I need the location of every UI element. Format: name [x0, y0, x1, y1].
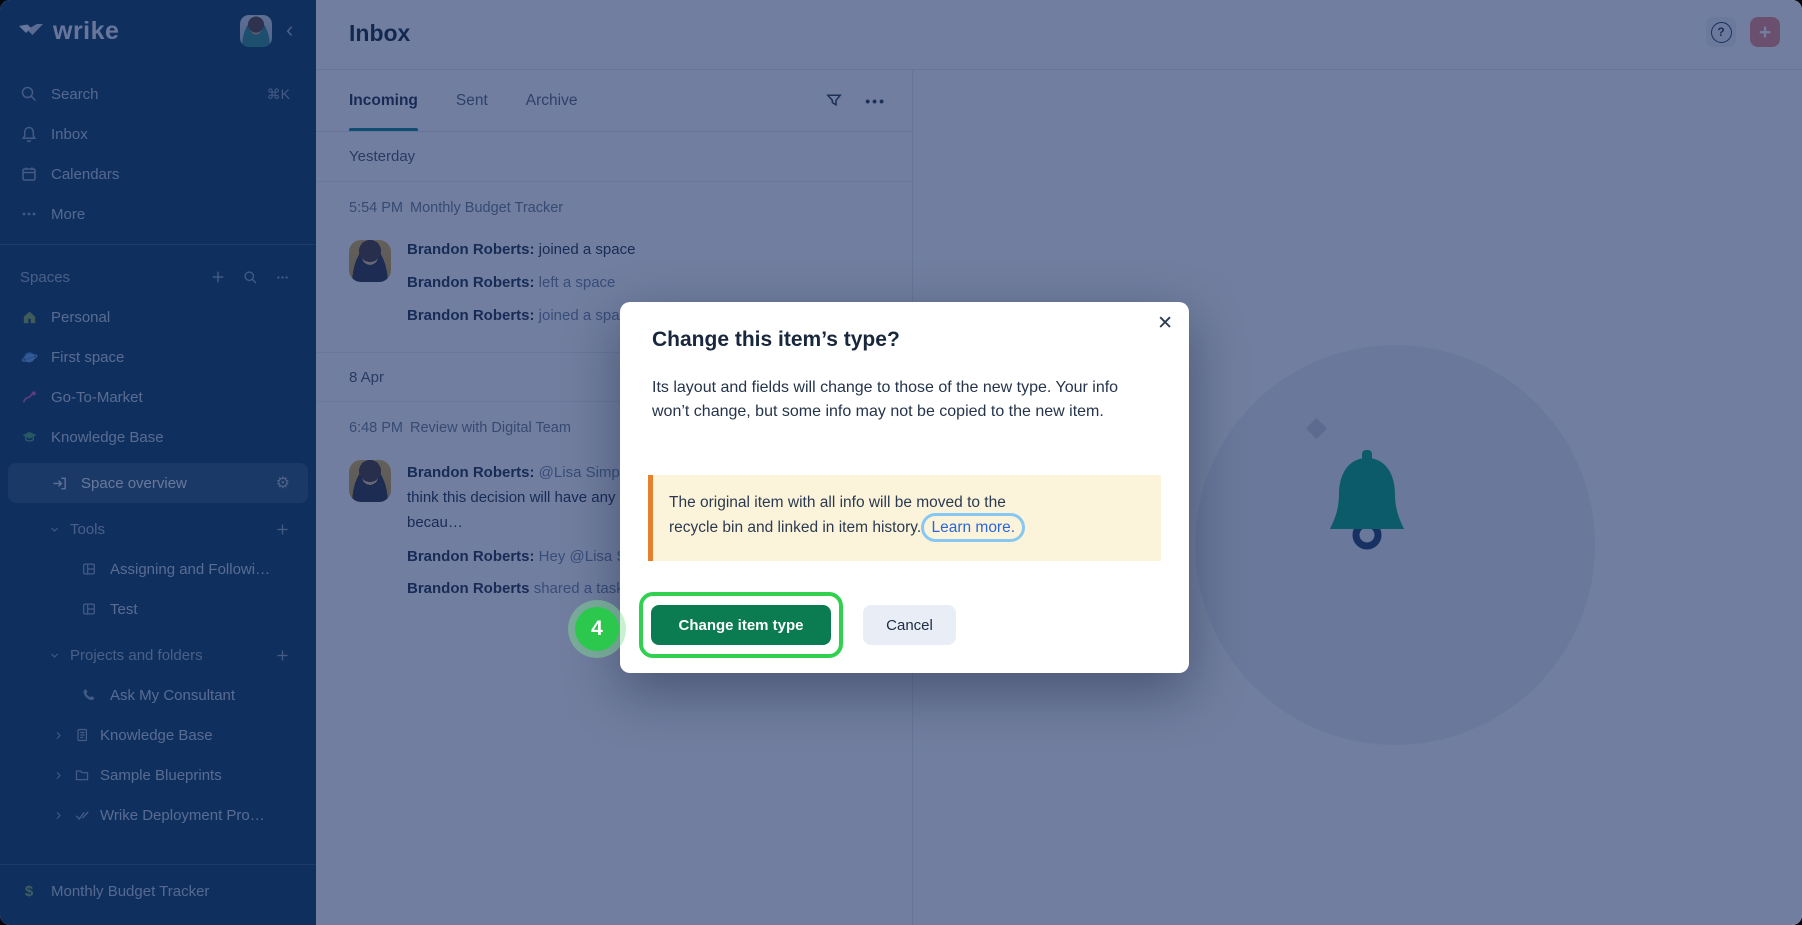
change-item-type-dialog: ✕ Change this item’s type? Its layout an…: [620, 302, 1189, 673]
learn-more-highlight-annotation: Learn more.: [921, 513, 1026, 542]
change-item-type-button[interactable]: Change item type: [651, 605, 831, 645]
wrike-app-window: wrike ‹ Search ⌘K Inbox: [0, 0, 1802, 925]
learn-more-link[interactable]: Learn more.: [931, 519, 1015, 536]
dialog-title: Change this item’s type?: [652, 328, 900, 351]
dialog-body-text: Its layout and fields will change to tho…: [652, 379, 1119, 420]
warning-text-line2: recycle bin and linked in item history.: [669, 519, 922, 536]
step-number-badge: 4: [575, 607, 619, 651]
cancel-button[interactable]: Cancel: [863, 605, 956, 645]
close-icon[interactable]: ✕: [1157, 314, 1173, 333]
warning-text-line1: The original item with all info will be …: [669, 494, 1006, 511]
warning-callout: The original item with all info will be …: [648, 475, 1161, 561]
